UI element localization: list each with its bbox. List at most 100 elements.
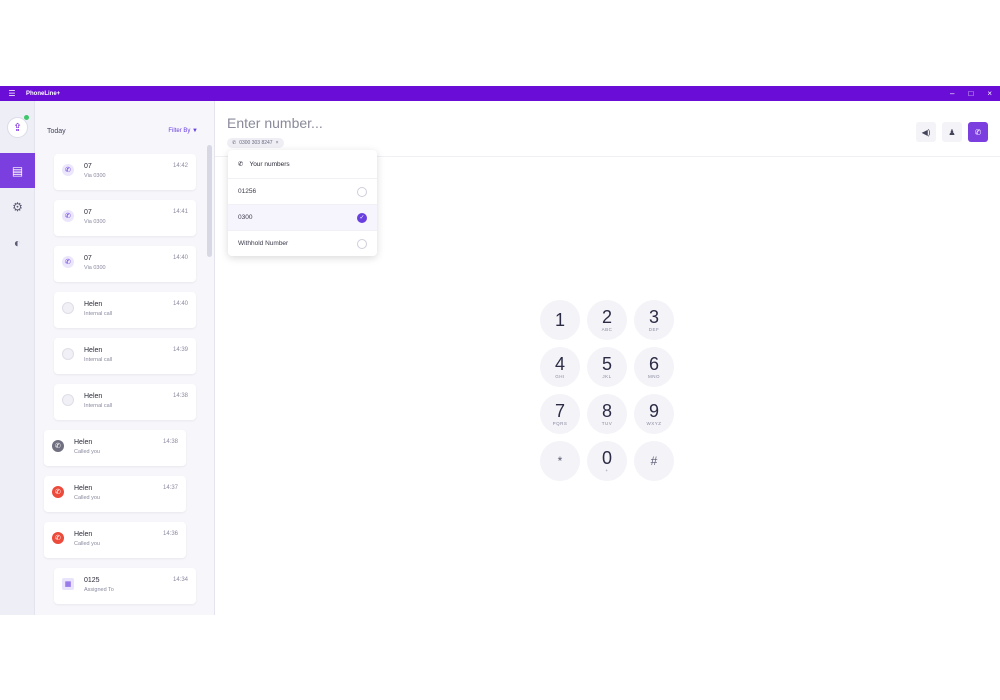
call-detail: Assigned To — [84, 587, 114, 593]
nav-calls[interactable]: ▤ — [0, 153, 35, 188]
key-6[interactable]: 6 MNO — [634, 347, 674, 387]
filter-button[interactable]: Filter By ▼ — [168, 128, 198, 134]
key-digit: 8 — [601, 401, 612, 421]
close-button[interactable]: × — [987, 89, 992, 98]
list-heading: Today — [47, 128, 66, 135]
contact-icon: ♟ — [948, 127, 956, 137]
call-detail: Internal call — [84, 357, 113, 363]
list-item[interactable]: ✆ 07 Via 0300 14:42 — [54, 154, 196, 190]
key-1[interactable]: 1 — [540, 300, 580, 340]
list-item[interactable]: Helen Internal call 14:40 — [54, 292, 196, 328]
key-letters: JKL — [602, 374, 612, 379]
call-time: 14:42 — [172, 163, 188, 169]
key-0[interactable]: 0 + — [587, 441, 627, 481]
key-digit: 1 — [554, 310, 565, 330]
call-detail: Internal call — [84, 403, 113, 409]
call-detail: Internal call — [84, 311, 113, 317]
avatar[interactable]: ⇪ — [7, 117, 28, 138]
status-dot — [24, 115, 29, 120]
phone-icon: ✆ — [238, 161, 244, 168]
caller-name: 07 — [84, 163, 92, 170]
caller-id-chip[interactable]: ✆ 0300 303 8247 × — [227, 138, 284, 148]
radio[interactable] — [357, 186, 367, 197]
key-hash[interactable]: # — [634, 441, 674, 481]
key-letters: DEF — [648, 327, 660, 332]
call-time: 14:37 — [162, 485, 178, 491]
call-time: 14:36 — [162, 531, 178, 537]
list-item[interactable]: ✆ Helen Called you 14:38 — [44, 430, 186, 466]
key-letters: TUV — [601, 421, 613, 426]
title-bar: ☰ PhoneLine+ – □ × — [0, 86, 1000, 101]
call-detail: Via 0300 — [84, 265, 106, 271]
window-controls: – □ × — [950, 89, 996, 98]
caller-name: 07 — [84, 209, 92, 216]
speaker-icon: ◀) — [921, 127, 931, 137]
caller-name: Helen — [74, 531, 93, 538]
contacts-button[interactable]: ♟ — [942, 122, 962, 142]
call-button[interactable]: ✆ — [968, 122, 988, 142]
list-item[interactable]: Helen Internal call 14:39 — [54, 338, 196, 374]
list-item[interactable]: Helen Internal call 14:38 — [54, 384, 196, 420]
number-option-01256[interactable]: 01256 — [228, 178, 377, 204]
scrollbar[interactable] — [207, 145, 212, 257]
nav-rail: ⇪ ▤ ⚙ ◐ — [0, 101, 35, 615]
call-time: 14:41 — [172, 209, 188, 215]
list-item[interactable]: ✆ Helen Called you 14:37 — [44, 476, 186, 512]
key-digit: 5 — [601, 354, 612, 374]
key-9[interactable]: 9 WXYZ — [634, 394, 674, 434]
call-detail: Via 0300 — [84, 173, 106, 179]
number-input[interactable] — [227, 115, 527, 131]
maximize-button[interactable]: □ — [968, 89, 973, 98]
nav-sign-out[interactable]: ◐ — [0, 225, 35, 260]
list-item[interactable]: ✆ Helen Called you 14:36 — [44, 522, 186, 558]
call-detail: Called you — [74, 495, 100, 501]
call-type-icon: ✆ — [52, 532, 64, 544]
caller-name: Helen — [84, 301, 103, 308]
key-star[interactable]: * — [540, 441, 580, 481]
phone-list-icon: ▤ — [11, 163, 24, 178]
phone-icon: ✆ — [974, 127, 982, 137]
power-icon: ◐ — [13, 235, 22, 250]
hamburger-icon[interactable]: ☰ — [4, 89, 20, 98]
caller-name: Helen — [84, 393, 103, 400]
call-time: 14:40 — [172, 301, 188, 307]
app-body: ⇪ ▤ ⚙ ◐ Today Filter By ▼ ✆ 07 Via 0300 14:… — [0, 101, 1000, 615]
key-letters: PQRS — [552, 421, 568, 426]
chevron-down-icon: ▼ — [192, 128, 198, 134]
call-type-icon — [62, 348, 74, 360]
key-2[interactable]: 2 ABC — [587, 300, 627, 340]
number-option-withhold[interactable]: Withhold Number — [228, 230, 377, 256]
speaker-button[interactable]: ◀) — [916, 122, 936, 142]
list-item[interactable]: ▦ 0125 Assigned To 14:34 — [54, 568, 196, 604]
list-item[interactable]: ✆ 07 Via 0300 14:40 — [54, 246, 196, 282]
key-3[interactable]: 3 DEF — [634, 300, 674, 340]
key-digit: 9 — [648, 401, 659, 421]
caller-name: Helen — [74, 485, 93, 492]
dropdown-header: ✆ Your numbers — [238, 160, 290, 169]
minimize-button[interactable]: – — [950, 89, 954, 98]
chip-close-icon[interactable]: × — [276, 140, 279, 146]
call-type-icon: ✆ — [52, 486, 64, 498]
caller-name: Helen — [84, 347, 103, 354]
caller-name: 07 — [84, 255, 92, 262]
key-5[interactable]: 5 JKL — [587, 347, 627, 387]
call-detail: Via 0300 — [84, 219, 106, 225]
app-name: PhoneLine+ — [26, 90, 61, 97]
gear-icon: ⚙ — [12, 199, 23, 214]
key-4[interactable]: 4 GHI — [540, 347, 580, 387]
nav-settings[interactable]: ⚙ — [0, 189, 35, 224]
key-7[interactable]: 7 PQRS — [540, 394, 580, 434]
phone-icon: ✆ — [232, 140, 237, 146]
radio[interactable] — [357, 238, 367, 249]
list-item[interactable]: ✆ 07 Via 0300 14:41 — [54, 200, 196, 236]
call-time: 14:40 — [172, 255, 188, 261]
number-option-0300[interactable]: 0300 ✓ — [228, 204, 377, 230]
check-icon[interactable]: ✓ — [357, 212, 367, 223]
call-time: 14:38 — [172, 393, 188, 399]
call-type-icon: ✆ — [62, 164, 74, 176]
caller-name: 0125 — [84, 577, 100, 584]
key-digit: 6 — [648, 354, 659, 374]
key-8[interactable]: 8 TUV — [587, 394, 627, 434]
dialer-panel: ✆ 0300 303 8247 × ◀) ♟ ✆ ✆Your numbers 0… — [215, 101, 1000, 615]
call-detail: Called you — [74, 541, 100, 547]
